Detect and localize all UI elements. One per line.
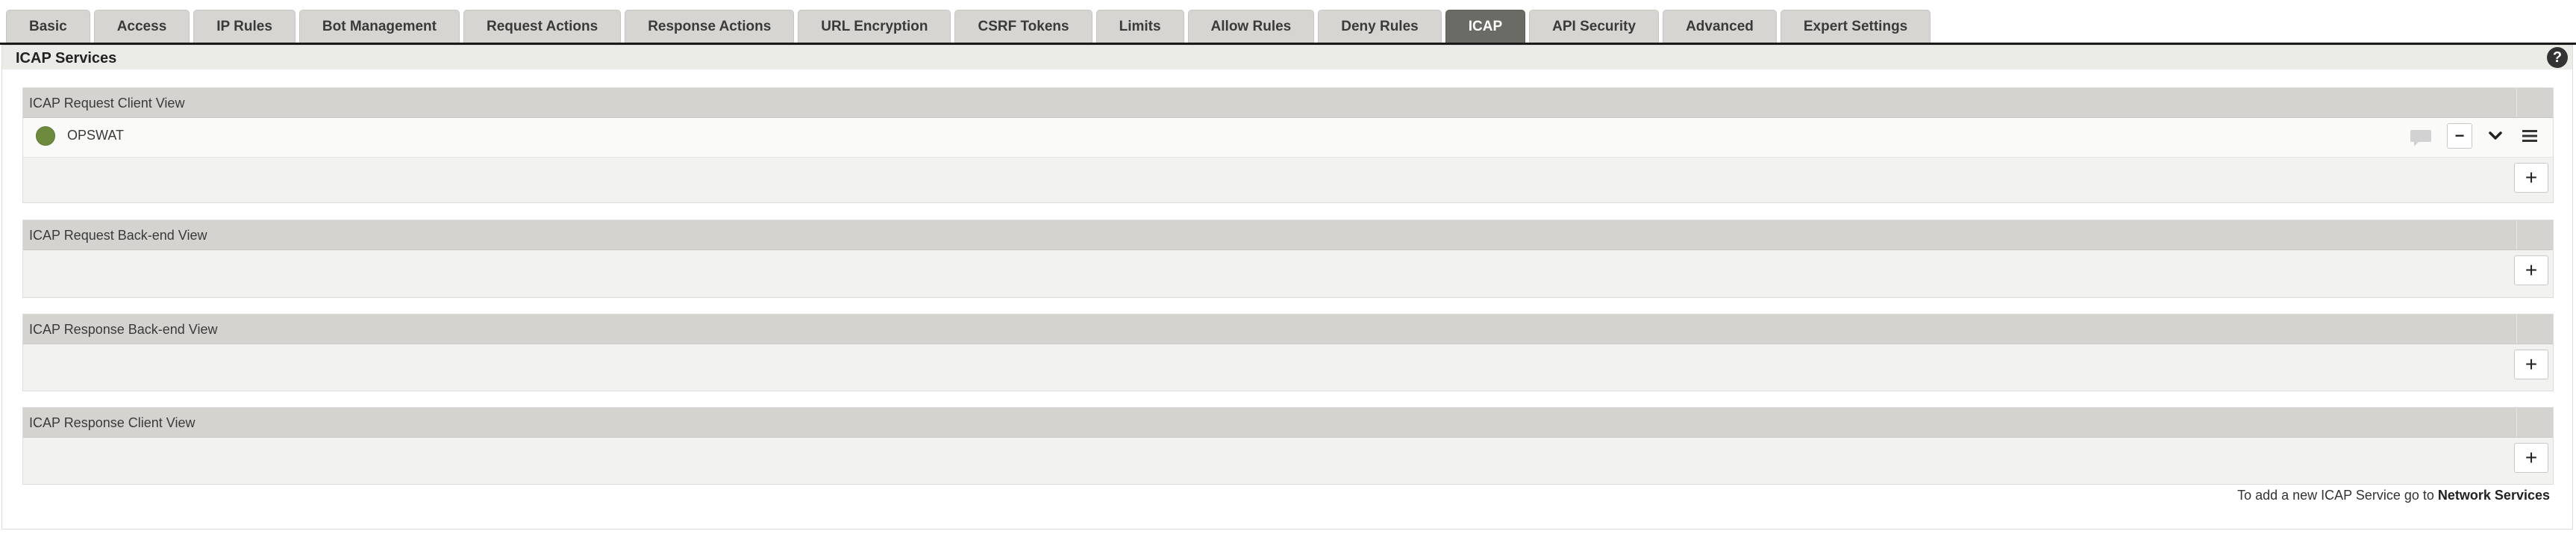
panel-title: ICAP Request Client View <box>29 96 185 111</box>
panel-title: ICAP Response Client View <box>29 415 196 430</box>
add-service-button[interactable]: + <box>2514 350 2548 379</box>
panel-title: ICAP Request Back-end View <box>29 228 207 243</box>
add-service-button[interactable]: + <box>2514 163 2548 193</box>
network-services-link[interactable]: Network Services <box>2438 488 2550 503</box>
chevron-down-icon[interactable] <box>2487 128 2504 144</box>
tab-basic[interactable]: Basic <box>6 10 90 43</box>
service-name: OPSWAT <box>67 128 124 143</box>
footer-note: To add a new ICAP Service go to Network … <box>2237 488 2550 503</box>
add-service-button[interactable]: + <box>2514 255 2548 285</box>
page: Basic Access IP Rules Bot Management Req… <box>0 0 2576 540</box>
panel-header: ICAP Request Back-end View <box>23 220 2553 250</box>
tab-limits[interactable]: Limits <box>1095 10 1184 43</box>
tab-bot-management[interactable]: Bot Management <box>298 10 460 43</box>
panel-icap-response-client-view: ICAP Response Client View + <box>22 407 2554 485</box>
tab-api-security[interactable]: API Security <box>1529 10 1660 43</box>
menu-icon[interactable] <box>2522 128 2538 143</box>
panel-body: + <box>23 344 2553 391</box>
panel-header: ICAP Request Client View <box>23 88 2553 118</box>
panel-header: ICAP Response Client View <box>23 408 2553 438</box>
comment-icon[interactable] <box>2410 128 2432 148</box>
panel-header: ICAP Response Back-end View <box>23 314 2553 344</box>
add-service-button[interactable]: + <box>2514 443 2548 473</box>
panel-title: ICAP Response Back-end View <box>29 322 218 337</box>
panel-body: + <box>23 250 2553 297</box>
footer-text: To add a new ICAP Service go to <box>2237 488 2434 503</box>
tab-url-encryption[interactable]: URL Encryption <box>798 10 951 43</box>
icap-services-section: ICAP Services ? ICAP Request Client View… <box>1 45 2573 530</box>
panel-icap-request-client-view: ICAP Request Client View OPSWAT − + <box>22 87 2554 203</box>
tab-response-actions[interactable]: Response Actions <box>625 10 795 43</box>
tab-access[interactable]: Access <box>93 10 190 43</box>
remove-service-button[interactable]: − <box>2447 123 2472 149</box>
tab-ip-rules[interactable]: IP Rules <box>193 10 296 43</box>
tab-csrf-tokens[interactable]: CSRF Tokens <box>954 10 1092 43</box>
panel-icap-request-backend-view: ICAP Request Back-end View + <box>22 220 2554 298</box>
panel-body: + <box>23 438 2553 484</box>
tab-deny-rules[interactable]: Deny Rules <box>1318 10 1442 43</box>
tab-icap[interactable]: ICAP <box>1445 10 1526 43</box>
service-row[interactable]: OPSWAT − <box>23 118 2553 158</box>
help-icon[interactable]: ? <box>2547 47 2568 68</box>
panel-body: + <box>23 158 2553 202</box>
status-indicator <box>36 126 55 146</box>
tab-request-actions[interactable]: Request Actions <box>463 10 622 43</box>
tab-expert-settings[interactable]: Expert Settings <box>1780 10 1931 43</box>
tab-bar: Basic Access IP Rules Bot Management Req… <box>6 8 1931 43</box>
section-title: ICAP Services <box>16 50 117 66</box>
tab-advanced[interactable]: Advanced <box>1663 10 1777 43</box>
panel-icap-response-backend-view: ICAP Response Back-end View + <box>22 314 2554 391</box>
tab-allow-rules[interactable]: Allow Rules <box>1187 10 1315 43</box>
section-header: ICAP Services ? <box>2 46 2572 69</box>
